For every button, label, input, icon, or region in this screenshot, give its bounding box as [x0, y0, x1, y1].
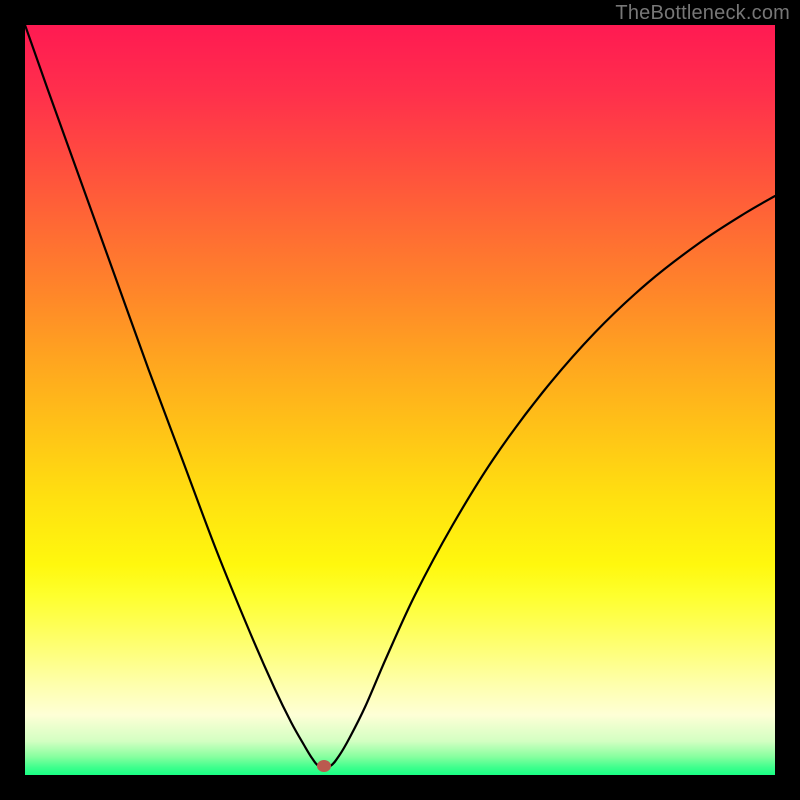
plot-area [25, 25, 775, 775]
bottleneck-curve [25, 25, 775, 775]
optimum-marker [317, 760, 331, 772]
chart-container: TheBottleneck.com [0, 0, 800, 800]
watermark-label: TheBottleneck.com [615, 2, 790, 25]
